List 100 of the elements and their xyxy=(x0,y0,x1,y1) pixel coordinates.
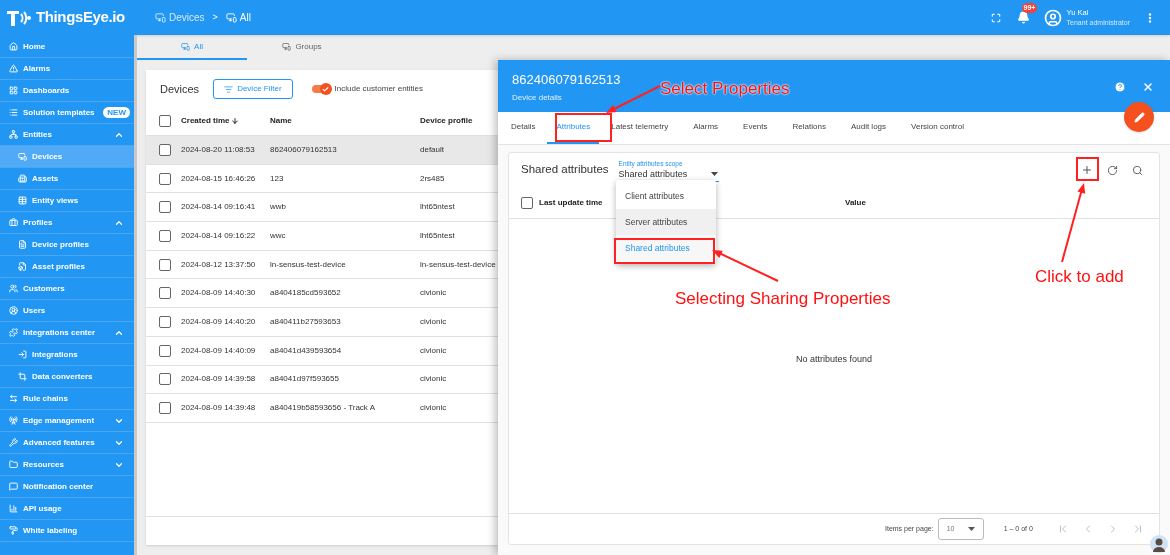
checkbox[interactable] xyxy=(159,402,171,415)
table-cell-text: 2024-08-14 09:16:22 xyxy=(181,229,257,242)
table-cell-text: ln-sensus-test-device xyxy=(270,258,347,271)
checkbox[interactable] xyxy=(159,315,171,328)
tab[interactable]: Latest telemetry xyxy=(602,112,678,144)
tab[interactable]: Relations xyxy=(783,112,835,144)
device-filter-button[interactable]: Device Filter xyxy=(213,79,293,99)
edit-button[interactable] xyxy=(1124,102,1154,132)
refresh-icon[interactable] xyxy=(1107,164,1118,176)
tab[interactable]: Version control xyxy=(902,112,973,144)
menu-option[interactable]: Server attributes xyxy=(616,209,716,235)
devices-icon xyxy=(282,42,292,51)
assistant-avatar[interactable] xyxy=(1150,535,1168,553)
home-icon xyxy=(9,42,18,51)
table-row[interactable]: 2024-08-09 14:39:58 a84041d97f593655 civionic xyxy=(146,365,498,395)
column-header[interactable]: Created time xyxy=(181,115,270,127)
table-row[interactable]: 2024-08-09 14:40:30 a8404185cd593652 civionic xyxy=(146,279,498,309)
toggle-label: Include customer entities xyxy=(334,83,424,95)
devices-icon xyxy=(155,12,166,23)
fullscreen-icon[interactable] xyxy=(990,12,1001,23)
table-cell: 2rs485 xyxy=(420,172,445,185)
table-row[interactable]: 2024-08-20 11:08:53 862406079162513 default xyxy=(146,136,498,165)
tab[interactable]: Audit logs xyxy=(841,112,896,144)
checkbox[interactable] xyxy=(159,344,171,357)
sidebar-item[interactable]: Devices xyxy=(0,146,134,168)
checkbox[interactable] xyxy=(159,115,171,127)
paint-roller-icon xyxy=(9,526,18,535)
table-cell-text: 2024-08-09 14:40:09 xyxy=(181,344,257,357)
breadcrumb-link[interactable]: Devices xyxy=(155,10,205,25)
message-icon xyxy=(9,482,18,491)
table-cell: civionic xyxy=(420,287,447,300)
caret-icon xyxy=(710,172,718,176)
breadcrumb-link[interactable]: All xyxy=(225,10,251,25)
devices-icon xyxy=(181,42,191,51)
table-cell: civionic xyxy=(420,344,447,357)
users-icon xyxy=(9,284,18,293)
table-cell-text: 2024-08-14 09:16:41 xyxy=(181,201,257,214)
folder-icon xyxy=(9,460,18,469)
tab[interactable]: Events xyxy=(734,112,777,144)
card-title: Shared attributes xyxy=(521,162,609,178)
table-cell: civionic xyxy=(420,315,447,328)
devices-icon xyxy=(18,152,27,161)
tab[interactable]: Alarms xyxy=(684,112,728,144)
table-cell-text: a840419b58593656 - Track A xyxy=(270,402,376,415)
menu-option[interactable]: Shared attributes xyxy=(616,235,716,261)
table-row[interactable]: 2024-08-09 14:40:09 a84041d439593654 civionic xyxy=(146,336,498,366)
checkbox[interactable] xyxy=(159,172,171,185)
view-tab[interactable]: Groups xyxy=(247,35,357,60)
close-icon[interactable] xyxy=(1142,81,1154,93)
list-icon xyxy=(9,108,18,117)
table-row[interactable]: 2024-08-15 16:46:26 123 2rs485 xyxy=(146,164,498,194)
table-cell-text: a84041d439593654 xyxy=(270,344,343,357)
add-icon[interactable] xyxy=(1081,164,1093,176)
table-row[interactable]: 2024-08-14 09:16:22 wwc lht65ntest xyxy=(146,222,498,251)
checkbox[interactable] xyxy=(159,287,171,300)
panel-title: 862406079162513 xyxy=(512,72,621,88)
checkbox[interactable] xyxy=(159,201,171,214)
table-cell-text: 2024-08-15 16:46:26 xyxy=(181,172,257,185)
table-row[interactable]: 2024-08-12 13:37:50 ln-sensus-test-device ln-sensus-test-device xyxy=(146,250,498,280)
grid-icon xyxy=(9,86,18,95)
help-icon[interactable] xyxy=(1114,81,1126,93)
view-tab[interactable]: All xyxy=(137,35,247,60)
table-cell: civionic xyxy=(420,402,447,415)
checkbox[interactable] xyxy=(521,196,533,209)
table-cell-text: 123 xyxy=(270,172,285,185)
tab[interactable]: Attributes xyxy=(547,112,600,144)
menu-option[interactable]: Client attributes xyxy=(616,183,716,209)
tab[interactable]: Details xyxy=(502,112,545,144)
login-icon xyxy=(18,350,27,359)
building-icon xyxy=(18,174,27,183)
table-row[interactable]: 2024-08-09 14:40:20 a840411b27593653 civionic xyxy=(146,308,498,337)
table-row[interactable]: 2024-08-09 14:39:48 a840419b58593656 - Track A civionic xyxy=(146,394,498,423)
checkbox[interactable] xyxy=(159,258,171,271)
check-icon xyxy=(322,85,330,93)
table-cell: lht65ntest xyxy=(420,201,455,214)
highlight-frame xyxy=(555,113,612,142)
table-cell-text: wwc xyxy=(270,229,287,242)
column-header[interactable]: Name xyxy=(270,115,420,127)
include-customer-toggle[interactable] xyxy=(311,85,330,93)
notifications-icon[interactable] xyxy=(1016,11,1030,24)
checkbox[interactable] xyxy=(159,143,171,156)
search-icon[interactable] xyxy=(1132,164,1143,176)
table-cell: lht65ntest xyxy=(420,229,455,242)
table-cell: default xyxy=(420,143,445,156)
column-header[interactable]: Value xyxy=(845,196,866,209)
table-icon xyxy=(18,196,27,205)
table-cell-text: wwb xyxy=(270,201,287,214)
devices-icon xyxy=(225,12,237,23)
table-row[interactable]: 2024-08-14 09:16:41 wwb lht65ntest xyxy=(146,193,498,223)
checkbox[interactable] xyxy=(159,229,171,242)
table-cell-text: a840411b27593653 xyxy=(270,315,342,328)
table-cell-text: 862406079162513 xyxy=(270,143,338,156)
table-cell-text: 2024-08-20 11:08:53 xyxy=(181,143,256,156)
annotation-text: Select Properties xyxy=(660,78,790,100)
user-circle-icon xyxy=(9,306,18,315)
checkbox[interactable] xyxy=(159,373,171,386)
annotation-arrow xyxy=(606,85,661,113)
account-icon[interactable] xyxy=(1043,8,1062,27)
column-header[interactable]: Device profile xyxy=(420,115,473,127)
wrench-icon xyxy=(9,438,18,447)
